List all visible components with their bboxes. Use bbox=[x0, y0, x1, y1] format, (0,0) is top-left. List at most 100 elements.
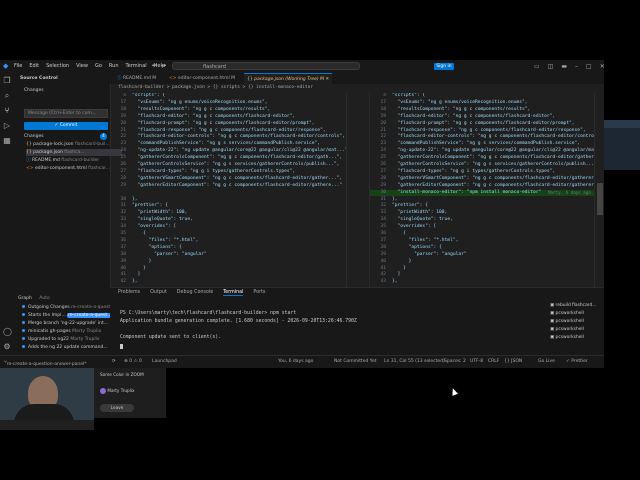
go-live-button[interactable]: Go Live bbox=[538, 359, 555, 364]
terminal-output[interactable]: PS C:\Users\marty\tech\flashcard\flashca… bbox=[120, 310, 540, 349]
code-text: "flashcard-prompt": "ng g c components/f… bbox=[132, 120, 315, 126]
forward-arrow-icon[interactable]: → bbox=[161, 62, 166, 69]
menu-edit[interactable]: Edit bbox=[29, 63, 39, 69]
changes-section[interactable]: Changes 4 bbox=[24, 133, 120, 140]
code-line: 18 "resultsComponent": "ng g c component… bbox=[370, 107, 594, 114]
menu-selection[interactable]: Selection bbox=[46, 63, 69, 69]
account-icon[interactable]: ◯ bbox=[3, 328, 12, 336]
graph-node-icon bbox=[22, 305, 25, 308]
cursor-position[interactable]: Ln 31, Col 55 (13 selected) bbox=[384, 359, 445, 364]
file-item-editor-component[interactable]: <> editor-component.html flashcar... bbox=[26, 165, 122, 172]
code-line: 18 "resultsComponent": "ng g c component… bbox=[110, 107, 346, 114]
terminal-list-item[interactable]: ▣ pcsworkshell bbox=[550, 334, 604, 342]
language-status[interactable]: {} JSON bbox=[504, 359, 522, 364]
breadcrumb[interactable]: flashcard-builder > package.json > {} sc… bbox=[110, 84, 604, 91]
code-text: "printWidth": 100, bbox=[132, 210, 188, 216]
tab-package-json[interactable]: {} package.json (Working Tree) M ✕ bbox=[244, 73, 333, 84]
maximize-icon[interactable]: □ bbox=[586, 63, 592, 70]
explorer-icon[interactable]: ❐ bbox=[3, 77, 11, 85]
html-file-icon: <> bbox=[169, 76, 177, 81]
menu-go[interactable]: Go bbox=[95, 63, 102, 69]
terminal-list-item[interactable]: ▣ pcsworkshell bbox=[550, 310, 604, 318]
terminal-list-item[interactable]: ▣ pcsworkshell bbox=[550, 318, 604, 326]
tab-debug-console[interactable]: Debug Console bbox=[177, 290, 213, 296]
terminal-list-item[interactable]: ▣ rebuild flashcard... bbox=[550, 302, 604, 310]
scrollbar-thumb[interactable] bbox=[597, 183, 603, 215]
menu-file[interactable]: File bbox=[14, 63, 22, 69]
tab-output[interactable]: Output bbox=[150, 290, 167, 296]
eol-status[interactable]: CRLF bbox=[488, 359, 499, 364]
code-line: 26 "gathererControlsService": "ng g s se… bbox=[110, 162, 346, 169]
line-number: 19 bbox=[380, 113, 386, 119]
graph-item[interactable]: Adds the ng 22 update command... bbox=[22, 344, 118, 351]
file-item-readme[interactable]: ⓘ README.md flashcard-builder bbox=[26, 157, 122, 164]
terminal-list-item[interactable]: ▣ pcsworkshell bbox=[550, 326, 604, 334]
tab-ports[interactable]: Ports bbox=[253, 290, 265, 296]
changes-header[interactable]: Changes bbox=[24, 87, 120, 94]
diff-divider[interactable] bbox=[346, 93, 370, 287]
code-text: "commandPublishService": "ng g s service… bbox=[132, 141, 321, 147]
menu-run[interactable]: Run bbox=[109, 63, 119, 69]
minimize-icon[interactable]: – bbox=[575, 63, 578, 70]
graph-item-tag: re-create-a-quest... bbox=[67, 313, 113, 318]
settings-gear-icon[interactable]: ⚙ bbox=[3, 343, 11, 351]
json-file-icon: {} bbox=[26, 142, 32, 147]
indent-status[interactable]: Spaces: 2 bbox=[444, 359, 466, 364]
json-file-icon: {} bbox=[26, 150, 32, 155]
code-line: 35 { bbox=[110, 231, 346, 238]
search-icon[interactable]: ⌕ bbox=[3, 92, 11, 100]
prettier-status[interactable]: ✓ Prettier bbox=[566, 359, 588, 364]
commit-button[interactable]: ✓ Commit bbox=[24, 122, 108, 130]
encoding-status[interactable]: UTF-8 bbox=[470, 359, 483, 364]
file-item-package-json[interactable]: {} package.json flashca... bbox=[26, 149, 122, 156]
extensions-icon[interactable]: ▦ bbox=[3, 137, 11, 145]
sign-in-button[interactable]: Sign in bbox=[434, 63, 454, 70]
graph-header[interactable]: Graph Auto bbox=[18, 295, 114, 302]
tab-label: editor-component.html bbox=[177, 76, 230, 81]
commit-message-input[interactable]: Message (Ctrl+Enter to com... bbox=[24, 109, 108, 118]
editor-scrollbar[interactable] bbox=[594, 93, 604, 287]
terminal-list-label: pcsworkshell bbox=[555, 327, 584, 332]
graph-item[interactable]: Merge branch 'ng-22-upgrade' int... bbox=[22, 320, 118, 327]
leave-button[interactable]: Leave bbox=[100, 404, 134, 412]
graph-item[interactable]: Starts the Impl... re-create-a-quest... bbox=[22, 312, 118, 319]
graph-item[interactable]: minicatis gh-pages Marty Truplix bbox=[22, 328, 118, 335]
code-text: "ng-update-22": "ng update @angular/core… bbox=[132, 148, 346, 154]
split-icon[interactable]: ◫ bbox=[548, 63, 554, 70]
file-item-package-lock[interactable]: {} package-lock.json flashcard-buil... bbox=[26, 141, 122, 148]
diff-original-pane[interactable]: 4 "scripts": {17 "vsEnums": "ng g enums/v… bbox=[110, 93, 346, 287]
tab-readme[interactable]: ⓘ README.md M bbox=[114, 73, 159, 84]
launchpad-status[interactable]: Launchpad bbox=[152, 359, 177, 364]
code-line: 28 "gathererVSmartComponent": "ng g c co… bbox=[370, 176, 594, 183]
layout-icon[interactable]: ▭ bbox=[534, 63, 540, 70]
graph-mode-label[interactable]: Auto bbox=[39, 296, 49, 301]
line-number: 42 bbox=[120, 279, 126, 285]
back-arrow-icon[interactable]: ← bbox=[152, 62, 157, 69]
graph-item[interactable]: Outgoing Changes re-create-a-quest... bbox=[22, 304, 118, 311]
tab-label: package.json (Working Tree) bbox=[254, 77, 319, 82]
git-blame-status[interactable]: You, 6 days ago bbox=[278, 359, 313, 364]
source-control-icon[interactable]: ⑂ bbox=[3, 107, 11, 115]
graph-node-icon bbox=[22, 329, 25, 332]
panel-icon[interactable]: ▬ bbox=[561, 63, 567, 70]
menu-view[interactable]: View bbox=[76, 63, 88, 69]
menu-terminal[interactable]: Terminal bbox=[126, 63, 147, 69]
graph-item[interactable]: Upgraded to ng22 Marty Truplix bbox=[22, 336, 118, 343]
commit-status[interactable]: Not Committed Yet bbox=[334, 359, 377, 364]
command-center-search[interactable]: flashcard bbox=[172, 62, 360, 70]
tab-terminal[interactable]: Terminal bbox=[223, 290, 244, 296]
terminal-list-label: rebuild flashcard... bbox=[555, 303, 597, 308]
code-text: "files": "*.html", bbox=[392, 237, 459, 243]
branch-status[interactable]: ⑂ re-create-a-question-answer-panel* bbox=[4, 359, 87, 367]
sync-icon[interactable]: ⟳ bbox=[112, 359, 116, 364]
close-icon[interactable]: ✕ bbox=[600, 63, 604, 70]
problems-status[interactable]: ⊗ 0 ⚠ 0 bbox=[124, 359, 142, 364]
diff-modified-pane[interactable]: 4 "scripts": {17 "vsEnums": "ng g enums/v… bbox=[370, 93, 594, 287]
run-debug-icon[interactable]: ▷ bbox=[3, 122, 11, 130]
vscode-logo-icon: ◆ bbox=[3, 62, 9, 70]
code-text: "prettier": { bbox=[132, 203, 168, 209]
tab-editor-component[interactable]: <> editor-component.html M bbox=[166, 73, 238, 84]
tab-problems[interactable]: Problems bbox=[118, 290, 140, 296]
file-path: flashcard-buil... bbox=[74, 142, 110, 147]
close-icon[interactable]: ✕ bbox=[325, 77, 329, 82]
